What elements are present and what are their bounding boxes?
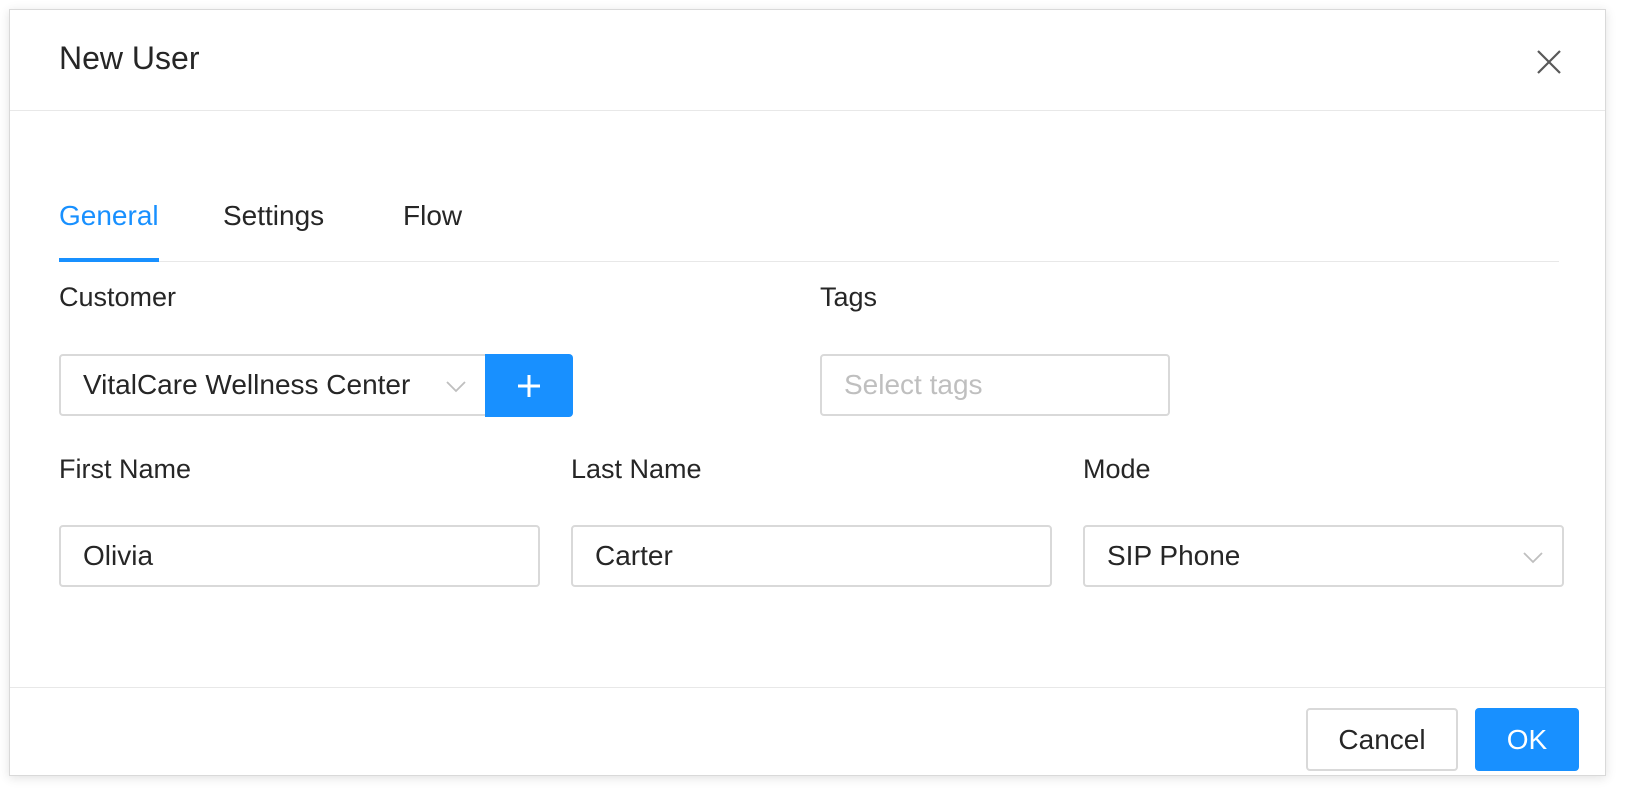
mode-label: Mode	[1083, 454, 1151, 484]
tags-label: Tags	[820, 282, 878, 312]
ok-button[interactable]: OK	[1475, 708, 1579, 771]
mode-select[interactable]: SIP Phone	[1083, 525, 1564, 587]
cancel-button[interactable]: Cancel	[1306, 708, 1458, 771]
tab-settings[interactable]: Settings	[223, 198, 324, 234]
modal-title: New User	[59, 40, 200, 76]
first-name-input[interactable]: Olivia	[59, 525, 540, 587]
close-button[interactable]	[1529, 42, 1569, 82]
chevron-down-icon	[1523, 552, 1543, 564]
modal-footer: Cancel OK	[10, 687, 1605, 777]
add-customer-button[interactable]	[485, 354, 573, 417]
customer-select[interactable]: VitalCare Wellness Center	[59, 354, 487, 416]
modal-header: New User	[10, 10, 1605, 111]
last-name-input[interactable]: Carter	[571, 525, 1052, 587]
active-tab-indicator	[59, 258, 159, 262]
close-icon	[1537, 50, 1561, 74]
tab-flow[interactable]: Flow	[403, 198, 462, 234]
mode-select-value: SIP Phone	[1107, 540, 1241, 571]
plus-icon	[518, 374, 540, 397]
tab-general[interactable]: General	[59, 198, 159, 234]
first-name-label: First Name	[59, 454, 192, 484]
new-user-modal: New User General Settings Flow Customer …	[9, 9, 1606, 776]
tab-bar: General Settings Flow	[59, 186, 1559, 262]
customer-label: Customer	[59, 282, 177, 312]
chevron-down-icon	[446, 381, 466, 393]
customer-select-value: VitalCare Wellness Center	[83, 369, 411, 400]
last-name-label: Last Name	[571, 454, 702, 484]
tags-select[interactable]: Select tags	[820, 354, 1170, 416]
